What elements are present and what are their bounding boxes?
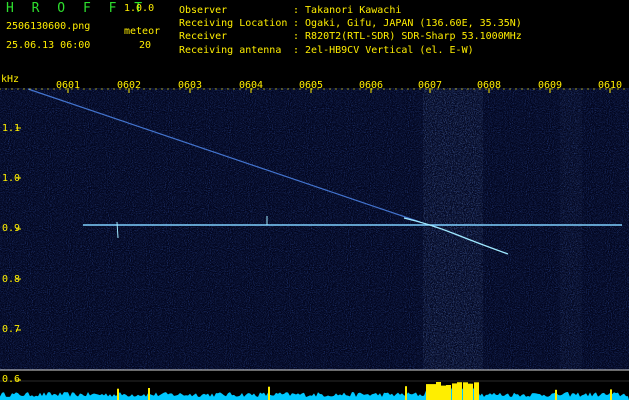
power-peak [426,384,431,400]
frequency-tick-label: 0.8 [2,274,21,285]
time-tick-label: 0607 [418,80,443,91]
power-peak [117,388,119,400]
power-peak [268,386,270,400]
power-peak [405,386,407,400]
info-receiver: Receiver: R820T2(RTL-SDR) SDR-Sharp 53.1… [179,31,522,43]
frequency-unit: kHz [1,74,20,85]
power-peak [555,389,557,400]
wideband-noise-band-2 [560,88,582,370]
power-peak [463,382,468,400]
power-peak [457,382,462,400]
time-tick-label: 0603 [178,80,203,91]
file-name: 2506130600.png [6,21,91,32]
time-tick-label: 0602 [117,80,142,91]
power-peak [474,382,479,400]
wideband-noise-band [423,88,483,370]
power-peak [436,382,441,400]
info-location: Receiving Location: Ogaki, Gifu, JAPAN (… [179,18,522,30]
power-peak [431,384,436,400]
frequency-tick-label: 1.1 [2,123,21,134]
power-peak [148,388,150,400]
power-peak [446,385,451,400]
frequency-tick-label: 0.9 [2,223,21,234]
time-tick-label: 0610 [598,80,623,91]
info-antenna: Receiving antenna: 2el-HB9CV Vertical (e… [179,44,474,56]
header: H R O F F T 1.0.0 2506130600.png meteor … [0,0,629,72]
power-peak [610,389,612,400]
power-peak [441,385,446,400]
frequency-tick-label: 0.6 [2,374,21,385]
noise-floor [0,88,629,370]
time-tick-label: 0604 [239,80,264,91]
power-peak [468,383,473,400]
time-tick-label: 0606 [359,80,384,91]
app-version: 1.0.0 [124,3,155,14]
meteor-label: meteor [124,26,161,37]
power-peak [452,383,457,400]
frequency-tick-label: 1.0 [2,173,21,184]
time-tick-label: 0609 [538,80,563,91]
time-tick-label: 0608 [477,80,502,91]
station-info: Observer: Takanori Kawachi Receiving Loc… [179,4,522,57]
frequency-tick-label: 0.7 [2,324,21,335]
info-observer: Observer: Takanori Kawachi [179,5,402,16]
time-tick-label: 0605 [299,80,324,91]
meteor-count: 20 [139,40,152,51]
time-tick-label: 0601 [56,80,81,91]
file-timestamp: 25.06.13 06:00 [6,40,91,51]
